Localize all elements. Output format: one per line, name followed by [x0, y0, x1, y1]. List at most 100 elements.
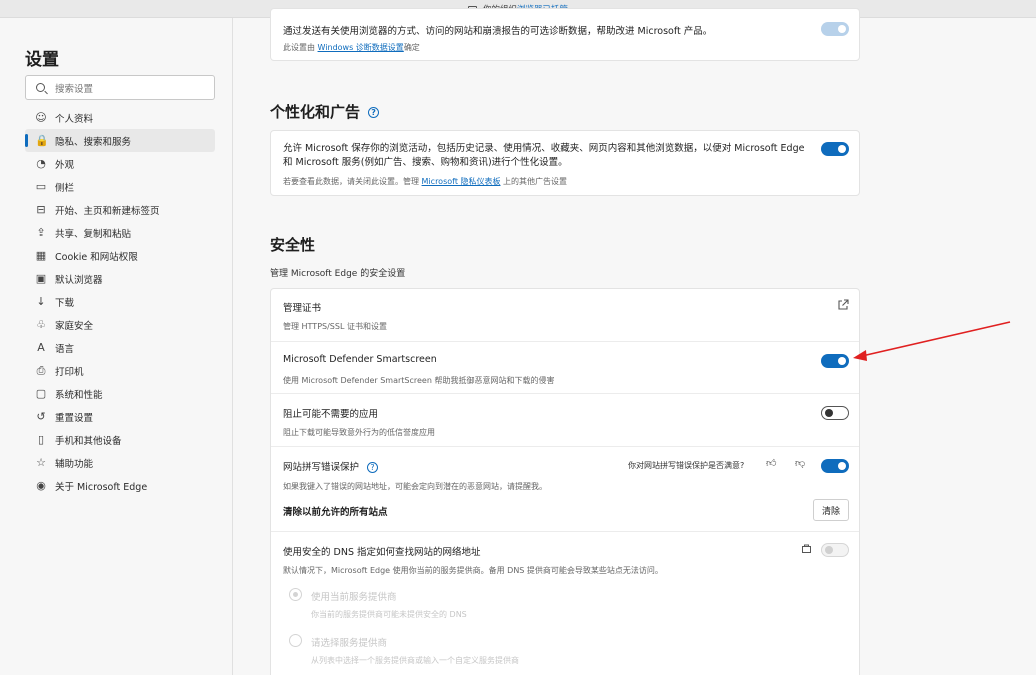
personalization-heading: 个性化和广告?: [270, 101, 380, 122]
sidebar-item[interactable]: ◔ 外观: [25, 152, 215, 175]
cookie-icon: ▦: [35, 248, 47, 262]
typo-protection-sub: 如果我键入了错误的网站地址，可能会定向到潜在的恶意网站，请提醒我。: [283, 482, 547, 491]
clear-sites-title: 清除以前允许的所有站点: [283, 507, 388, 518]
thumbs-down-icon[interactable]: 👎︎: [795, 457, 805, 469]
sidebar-item[interactable]: ↓ 下载: [25, 290, 215, 313]
secure-dns-title: 使用安全的 DNS 指定如何查找网站的网络地址: [283, 547, 481, 558]
choose-provider-radio: [289, 634, 302, 647]
sidebar-item-label: 家庭安全: [55, 320, 94, 332]
search-placeholder: 搜索设置: [55, 83, 94, 95]
diagnostic-data-card: 通过发送有关使用浏览器的方式、访问的网站和崩溃报告的可选诊断数据，帮助改进 Mi…: [270, 8, 860, 61]
clear-sites-button[interactable]: 清除: [813, 499, 849, 521]
browser-icon: ▣: [35, 271, 47, 285]
settings-nav: ☺ 个人资料 🔒 隐私、搜索和服务 ◔ 外观 ▭ 侧栏 ⊟ 开始、主页和新建标签页 ⇪ 共享、复制和粘…: [25, 106, 215, 497]
sidebar-item[interactable]: ▢ 系统和性能: [25, 382, 215, 405]
block-pua-title: 阻止可能不需要的应用: [283, 409, 379, 420]
external-link-icon[interactable]: [837, 299, 849, 311]
sidebar-item[interactable]: ▦ Cookie 和网站权限: [25, 244, 215, 267]
windows-diagnostic-link[interactable]: Windows 诊断数据设置: [318, 43, 404, 52]
sidebar-item-label: 共享、复制和粘贴: [55, 228, 132, 240]
secure-dns-row: 使用安全的 DNS 指定如何查找网站的网络地址 默认情况下，Microsoft …: [271, 532, 859, 675]
settings-main: 通过发送有关使用浏览器的方式、访问的网站和崩溃报告的可选诊断数据，帮助改进 Mi…: [234, 8, 1036, 675]
sidebar-item[interactable]: ☆ 辅助功能: [25, 451, 215, 474]
help-icon[interactable]: ?: [368, 107, 380, 118]
secure-dns-sub: 默认情况下，Microsoft Edge 使用你当前的服务提供商。备用 DNS …: [283, 566, 663, 575]
diagnostic-data-sub: 此设置由 Windows 诊断数据设置确定: [283, 43, 420, 52]
reset-icon: ↺: [36, 409, 46, 423]
sidebar-item-label: 默认浏览器: [55, 274, 103, 286]
accessibility-icon: ☆: [36, 455, 46, 469]
current-provider-title: 使用当前服务提供商: [311, 592, 397, 603]
settings-title: 设置: [25, 50, 59, 70]
sidebar-item-label: 外观: [55, 159, 75, 171]
sidebar-icon: ▭: [35, 179, 47, 193]
language-icon: A: [37, 340, 45, 354]
security-card: 管理证书 管理 HTTPS/SSL 证书和设置 Microsoft Defend…: [270, 288, 860, 675]
home-icon: ⊟: [36, 202, 46, 216]
family-icon: ♧: [36, 317, 46, 331]
diagnostic-data-title: 通过发送有关使用浏览器的方式、访问的网站和崩溃报告的可选诊断数据，帮助改进 Mi…: [283, 26, 713, 37]
sidebar-item[interactable]: ⎙ 打印机: [25, 359, 215, 382]
sidebar-item-label: 关于 Microsoft Edge: [55, 481, 148, 493]
sidebar-item[interactable]: 🔒 隐私、搜索和服务: [25, 129, 215, 152]
manage-certificates-title: 管理证书: [283, 303, 322, 314]
help-icon[interactable]: ?: [367, 462, 379, 473]
sidebar-item-label: 系统和性能: [55, 389, 103, 401]
block-pua-row: 阻止可能不需要的应用 阻止下载可能导致意外行为的低信誉度应用: [271, 394, 859, 447]
personalization-title: 允许 Microsoft 保存你的浏览活动，包括历史记录、使用情况、收藏夹、网页…: [283, 143, 805, 168]
smartscreen-title: Microsoft Defender Smartscreen: [283, 354, 437, 365]
sidebar-item-label: 打印机: [55, 366, 84, 378]
sidebar-item-label: Cookie 和网站权限: [55, 251, 138, 263]
sidebar-item-label: 隐私、搜索和服务: [55, 136, 132, 148]
sidebar-item[interactable]: ▯ 手机和其他设备: [25, 428, 215, 451]
search-icon: [36, 83, 45, 92]
smartscreen-toggle[interactable]: [821, 354, 849, 368]
manage-certificates-row[interactable]: 管理证书 管理 HTTPS/SSL 证书和设置: [271, 289, 859, 342]
security-heading: 安全性: [270, 236, 316, 254]
typo-feedback-text: 你对网站拼写错误保护是否满意?: [628, 461, 745, 470]
secure-dns-toggle: [821, 543, 849, 557]
typo-protection-row: 网站拼写错误保护? 你对网站拼写错误保护是否满意? 👍︎ 👎︎ 如果我键入了错误…: [271, 447, 859, 532]
manage-certificates-sub: 管理 HTTPS/SSL 证书和设置: [283, 322, 387, 331]
download-icon: ↓: [36, 294, 46, 308]
typo-protection-toggle[interactable]: [821, 459, 849, 473]
current-provider-sub: 你当前的服务提供商可能未提供安全的 DNS: [311, 610, 467, 619]
printer-icon: ⎙: [36, 363, 46, 377]
sidebar-item-label: 手机和其他设备: [55, 435, 122, 447]
sidebar-item[interactable]: ☺ 个人资料: [25, 106, 215, 129]
sidebar-item-label: 重置设置: [55, 412, 94, 424]
sidebar-item-label: 下载: [55, 297, 75, 309]
sidebar-item[interactable]: A 语言: [25, 336, 215, 359]
sidebar-item-label: 开始、主页和新建标签页: [55, 205, 160, 217]
system-icon: ▢: [35, 386, 47, 400]
thumbs-up-icon[interactable]: 👍︎: [766, 457, 776, 469]
managed-lock-icon: [802, 544, 811, 553]
sidebar-item[interactable]: ◉ 关于 Microsoft Edge: [25, 474, 215, 497]
smartscreen-row: Microsoft Defender Smartscreen 使用 Micros…: [271, 342, 859, 394]
sidebar-item-label: 侧栏: [55, 182, 75, 194]
settings-sidebar: 设置 搜索设置 ☺ 个人资料 🔒 隐私、搜索和服务 ◔ 外观 ▭ 侧栏 ⊟ 开始、主页和新建标签页…: [0, 18, 233, 675]
choose-provider-title: 请选择服务提供商: [311, 638, 388, 649]
smartscreen-sub: 使用 Microsoft Defender SmartScreen 帮助我抵御恶…: [283, 376, 555, 385]
sidebar-item[interactable]: ↺ 重置设置: [25, 405, 215, 428]
sidebar-item-label: 个人资料: [55, 113, 94, 125]
personalization-card: 允许 Microsoft 保存你的浏览活动，包括历史记录、使用情况、收藏夹、网页…: [270, 130, 860, 196]
sidebar-item[interactable]: ▣ 默认浏览器: [25, 267, 215, 290]
personalization-toggle[interactable]: [821, 142, 849, 156]
block-pua-sub: 阻止下载可能导致意外行为的低信誉度应用: [283, 428, 435, 437]
lock-icon: 🔒: [35, 133, 49, 147]
sidebar-item[interactable]: ♧ 家庭安全: [25, 313, 215, 336]
sidebar-item[interactable]: ⊟ 开始、主页和新建标签页: [25, 198, 215, 221]
typo-protection-title: 网站拼写错误保护?: [283, 459, 379, 473]
sidebar-item[interactable]: ▭ 侧栏: [25, 175, 215, 198]
share-icon: ⇪: [36, 225, 46, 239]
privacy-dashboard-link[interactable]: Microsoft 隐私仪表板: [422, 177, 501, 186]
sidebar-item-label: 语言: [55, 343, 75, 355]
block-pua-toggle[interactable]: [821, 406, 849, 420]
choose-provider-sub: 从列表中选择一个服务提供商或输入一个自定义服务提供商: [311, 656, 519, 665]
profile-icon: ☺: [35, 110, 47, 124]
sidebar-item-label: 辅助功能: [55, 458, 94, 470]
diagnostic-data-toggle: [821, 22, 849, 36]
sidebar-item[interactable]: ⇪ 共享、复制和粘贴: [25, 221, 215, 244]
search-settings-input[interactable]: 搜索设置: [25, 75, 215, 100]
